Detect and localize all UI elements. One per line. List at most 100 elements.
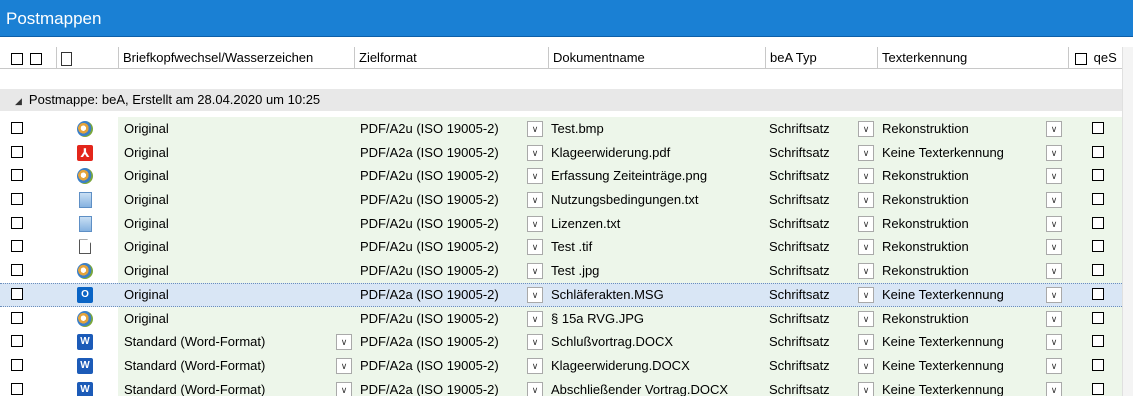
bea-typ-cell[interactable]: Schriftsatz [769,141,853,165]
row-checkbox[interactable] [11,216,23,229]
bea-typ-dropdown-button[interactable]: ∨ [858,263,874,280]
bea-typ-dropdown-button[interactable]: ∨ [858,286,874,303]
texterkennung-dropdown-button[interactable]: ∨ [1046,334,1062,351]
zielformat-cell[interactable]: PDF/A2a (ISO 19005-2) [360,378,525,396]
row-checkbox[interactable] [11,145,23,158]
column-header-bea-typ[interactable]: beA Typ [765,47,877,69]
qes-checkbox[interactable] [1092,145,1104,158]
column-header-zielformat[interactable]: Zielformat [354,47,548,69]
texterkennung-dropdown-button[interactable]: ∨ [1046,286,1062,303]
group-header[interactable]: ◢ Postmappe: beA, Erstellt am 28.04.2020 … [0,89,1133,111]
dokumentname-cell[interactable]: Test .jpg [551,259,763,283]
zielformat-dropdown-button[interactable]: ∨ [527,286,543,303]
qes-checkbox[interactable] [1092,264,1104,277]
row-checkbox[interactable] [11,311,23,324]
qes-checkbox[interactable] [1092,240,1104,253]
row-checkbox[interactable] [11,358,23,371]
texterkennung-cell[interactable]: Rekonstruktion [882,117,1042,141]
briefkopf-cell[interactable]: Original [124,188,334,212]
qes-checkbox[interactable] [1092,193,1104,206]
dokumentname-cell[interactable]: Klageerwiderung.DOCX [551,354,763,378]
column-header-dokumentname[interactable]: Dokumentname [548,47,765,69]
zielformat-cell[interactable]: PDF/A2u (ISO 19005-2) [360,212,525,236]
texterkennung-dropdown-button[interactable]: ∨ [1046,168,1062,185]
texterkennung-dropdown-button[interactable]: ∨ [1046,310,1062,327]
vertical-scrollbar[interactable] [1122,47,1133,396]
zielformat-dropdown-button[interactable]: ∨ [527,215,543,232]
texterkennung-cell[interactable]: Keine Texterkennung [882,283,1042,307]
table-row[interactable]: ⅄ Original PDF/A2a (ISO 19005-2) ∨ Klageerwi… [0,140,1133,165]
table-row[interactable]: Original PDF/A2u (ISO 19005-2) ∨ § 15a RVG.… [0,306,1133,331]
zielformat-dropdown-button[interactable]: ∨ [527,263,543,280]
briefkopf-cell[interactable]: Original [124,235,334,259]
zielformat-cell[interactable]: PDF/A2u (ISO 19005-2) [360,164,525,188]
bea-typ-cell[interactable]: Schriftsatz [769,164,853,188]
dokumentname-cell[interactable]: Nutzungsbedingungen.txt [551,188,763,212]
bea-typ-cell[interactable]: Schriftsatz [769,235,853,259]
qes-checkbox[interactable] [1092,216,1104,229]
bea-typ-dropdown-button[interactable]: ∨ [858,144,874,161]
zielformat-cell[interactable]: PDF/A2a (ISO 19005-2) [360,354,525,378]
bea-typ-cell[interactable]: Schriftsatz [769,307,853,331]
briefkopf-dropdown-button[interactable]: ∨ [336,334,352,351]
briefkopf-cell[interactable]: Standard (Word-Format) [124,330,334,354]
texterkennung-cell[interactable]: Rekonstruktion [882,164,1042,188]
bea-typ-cell[interactable]: Schriftsatz [769,330,853,354]
bea-typ-cell[interactable]: Schriftsatz [769,378,853,396]
qes-checkbox[interactable] [1092,358,1104,371]
zielformat-dropdown-button[interactable]: ∨ [527,334,543,351]
bea-typ-dropdown-button[interactable]: ∨ [858,334,874,351]
bea-typ-cell[interactable]: Schriftsatz [769,259,853,283]
bea-typ-dropdown-button[interactable]: ∨ [858,215,874,232]
zielformat-cell[interactable]: PDF/A2a (ISO 19005-2) [360,141,525,165]
texterkennung-dropdown-button[interactable]: ∨ [1046,381,1062,396]
dokumentname-cell[interactable]: Schläferakten.MSG [551,283,763,307]
dokumentname-cell[interactable]: Erfassung Zeiteinträge.png [551,164,763,188]
texterkennung-cell[interactable]: Keine Texterkennung [882,354,1042,378]
bea-typ-cell[interactable]: Schriftsatz [769,188,853,212]
bea-typ-dropdown-button[interactable]: ∨ [858,239,874,256]
table-row[interactable]: Original PDF/A2u (ISO 19005-2) ∨ Nutzungsbe… [0,188,1133,212]
bea-typ-dropdown-button[interactable]: ∨ [858,168,874,185]
dokumentname-cell[interactable]: Test .tif [551,235,763,259]
texterkennung-cell[interactable]: Rekonstruktion [882,212,1042,236]
texterkennung-dropdown-button[interactable]: ∨ [1046,263,1062,280]
row-checkbox[interactable] [11,264,23,277]
zielformat-cell[interactable]: PDF/A2u (ISO 19005-2) [360,307,525,331]
qes-checkbox[interactable] [1092,335,1104,348]
row-checkbox[interactable] [11,193,23,206]
zielformat-cell[interactable]: PDF/A2u (ISO 19005-2) [360,117,525,141]
bea-typ-dropdown-button[interactable]: ∨ [858,310,874,327]
zielformat-cell[interactable]: PDF/A2u (ISO 19005-2) [360,259,525,283]
briefkopf-cell[interactable]: Original [124,117,334,141]
column-header-texterkennung[interactable]: Texterkennung [877,47,1068,69]
briefkopf-cell[interactable]: Original [124,307,334,331]
dokumentname-cell[interactable]: Lizenzen.txt [551,212,763,236]
table-row[interactable]: W Standard (Word-Format) ∨ PDF/A2a (ISO 190… [0,353,1133,378]
zielformat-cell[interactable]: PDF/A2u (ISO 19005-2) [360,188,525,212]
table-row[interactable]: W Standard (Word-Format) ∨ PDF/A2a (ISO 190… [0,330,1133,354]
zielformat-dropdown-button[interactable]: ∨ [527,239,543,256]
qes-checkbox[interactable] [1092,311,1104,324]
qes-checkbox[interactable] [1092,382,1104,395]
briefkopf-dropdown-button[interactable]: ∨ [336,381,352,396]
zielformat-dropdown-button[interactable]: ∨ [527,381,543,396]
select-all-secondary-checkbox[interactable] [29,52,42,65]
dokumentname-cell[interactable]: § 15a RVG.JPG [551,307,763,331]
briefkopf-cell[interactable]: Original [124,141,334,165]
texterkennung-cell[interactable]: Keine Texterkennung [882,378,1042,396]
qes-checkbox[interactable] [1092,169,1104,182]
bea-typ-cell[interactable]: Schriftsatz [769,354,853,378]
zielformat-cell[interactable]: PDF/A2a (ISO 19005-2) [360,283,525,307]
dokumentname-cell[interactable]: Klageerwiderung.pdf [551,141,763,165]
zielformat-dropdown-button[interactable]: ∨ [527,310,543,327]
bea-typ-dropdown-button[interactable]: ∨ [858,121,874,137]
texterkennung-cell[interactable]: Rekonstruktion [882,188,1042,212]
zielformat-dropdown-button[interactable]: ∨ [527,168,543,185]
texterkennung-dropdown-button[interactable]: ∨ [1046,192,1062,209]
column-header-qes[interactable]: qeS [1068,47,1122,69]
column-header-briefkopf[interactable]: Briefkopfwechsel/Wasserzeichen [118,47,354,69]
zielformat-dropdown-button[interactable]: ∨ [527,192,543,209]
table-row[interactable]: Original PDF/A2u (ISO 19005-2) ∨ Erfassung … [0,164,1133,189]
table-row[interactable]: O Original PDF/A2a (ISO 19005-2) ∨ Schläfera… [0,282,1133,307]
